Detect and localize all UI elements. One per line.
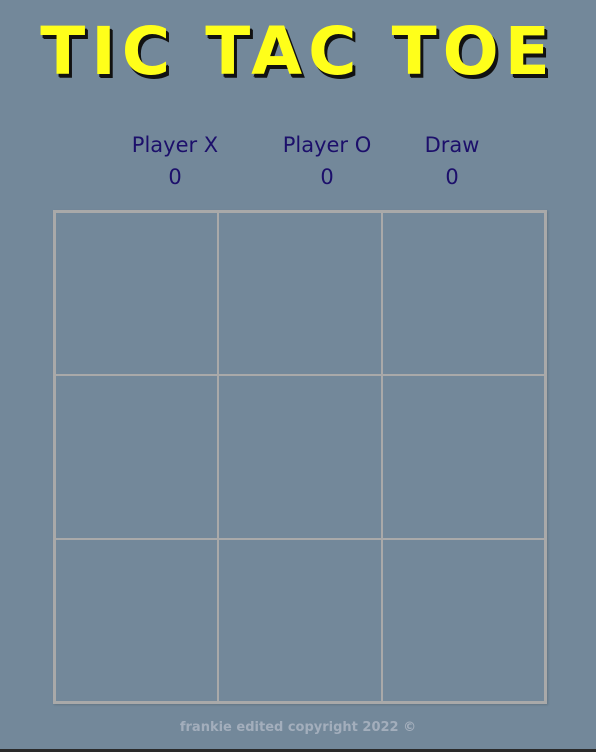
footer-copyright: frankie edited copyright 2022 © <box>179 720 417 735</box>
board-cell-6[interactable] <box>381 375 545 539</box>
scoreboard: Player X 0 Player O 0 Draw 0 <box>0 130 596 200</box>
player-x-label: Player X <box>131 133 219 157</box>
score-draw: Draw 0 <box>402 130 502 194</box>
board-cell-8[interactable] <box>218 538 382 702</box>
player-o-score: 0 <box>320 165 334 189</box>
game-title: TIC TAC TOE <box>40 13 556 90</box>
board-cell-1[interactable] <box>55 212 219 376</box>
board-cell-7[interactable] <box>55 538 219 702</box>
player-o-label: Player O <box>282 133 372 157</box>
game-board <box>53 210 547 704</box>
player-x-score: 0 <box>168 165 182 189</box>
board-cell-5[interactable] <box>218 375 382 539</box>
draw-label: Draw <box>424 133 480 157</box>
score-player-o: Player O 0 <box>267 130 387 194</box>
board-cell-3[interactable] <box>381 212 545 376</box>
board-cell-4[interactable] <box>55 375 219 539</box>
board-cell-2[interactable] <box>218 212 382 376</box>
draw-score: 0 <box>445 165 459 189</box>
board-cell-9[interactable] <box>381 538 545 702</box>
score-player-x: Player X 0 <box>115 130 235 194</box>
